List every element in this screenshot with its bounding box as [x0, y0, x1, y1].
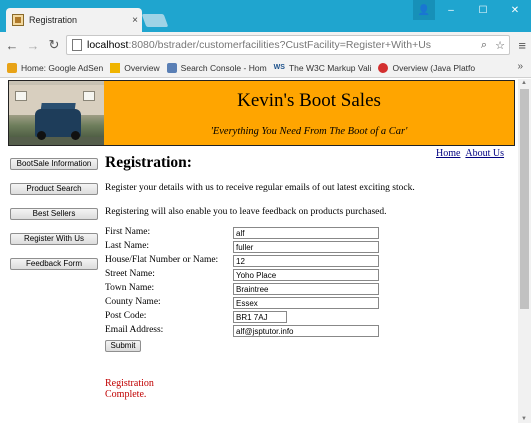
register-with-us-button[interactable]: Register With Us [10, 233, 98, 245]
browser-titlebar: Registration × 👤 – ☐ ✕ [0, 0, 531, 32]
photo-wheel [71, 131, 80, 140]
town-name-label: Town Name: [105, 283, 155, 293]
scrollbar-thumb[interactable] [520, 89, 529, 309]
tab-title: Registration [29, 15, 78, 25]
bookmark-favicon-icon [7, 62, 17, 73]
site-tagline: 'Everything You Need From The Boot of a … [210, 126, 408, 137]
browser-tab[interactable]: Registration × [6, 8, 142, 32]
last-name-label: Last Name: [105, 241, 150, 251]
street-name-label: Street Name: [105, 269, 155, 279]
town-name-field[interactable] [233, 283, 379, 295]
intro-text: Registering will also enable you to leav… [105, 207, 387, 217]
tab-close-icon[interactable]: × [128, 15, 142, 26]
bookmark-star-icon[interactable]: ☆ [493, 39, 507, 52]
page-viewport: Kevin's Boot Sales 'Everything You Need … [0, 79, 518, 423]
bookmark-label: The W3C Markup Vali [288, 62, 372, 73]
side-nav: BootSale Information Product Search Best… [10, 158, 98, 283]
page-favicon-icon [12, 14, 24, 26]
bookmark-item[interactable]: Search Console - Hom [166, 62, 267, 73]
county-name-field[interactable] [233, 297, 379, 309]
bookmarks-bar: Home: Google AdSen Overview Search Conso… [0, 58, 531, 78]
bookmark-item[interactable]: Overview [110, 62, 160, 73]
photo-window [83, 91, 95, 101]
w3c-favicon-icon: WS [273, 64, 285, 71]
house-number-field[interactable] [233, 255, 379, 267]
maximize-button[interactable]: ☐ [467, 0, 499, 20]
house-number-label: House/Flat Number or Name: [105, 255, 219, 265]
street-name-field[interactable] [233, 269, 379, 281]
post-code-field[interactable] [233, 311, 287, 323]
photo-wheel [37, 131, 46, 140]
intro-text: Register your details with us to receive… [105, 183, 415, 193]
vertical-scrollbar[interactable]: ▲ ▼ [518, 79, 531, 423]
best-sellers-button[interactable]: Best Sellers [10, 208, 98, 220]
last-name-field[interactable] [233, 241, 379, 253]
bookmark-favicon-icon [166, 62, 177, 73]
product-search-button[interactable]: Product Search [10, 183, 98, 195]
bookmark-label: Overview [124, 62, 160, 73]
forward-arrow-icon[interactable]: → [24, 36, 42, 54]
url-host: localhost [87, 39, 129, 51]
reload-icon[interactable]: ↻ [45, 36, 63, 54]
bootsale-information-button[interactable]: BootSale Information [10, 158, 98, 170]
address-bar[interactable]: localhost:8080/bstrader/customerfaciliti… [66, 35, 510, 55]
photo-window [15, 91, 27, 101]
site-title: Kevin's Boot Sales [237, 90, 381, 111]
bookmark-item[interactable]: Overview (Java Platfo [378, 62, 476, 73]
url-path: :8080/bstrader/customerfacilities?CustFa… [128, 39, 432, 51]
photo-ground [9, 137, 104, 145]
bookmark-label: Search Console - Hom [180, 62, 267, 73]
email-field[interactable] [233, 325, 379, 337]
email-address-label: Email Address: [105, 325, 164, 335]
post-code-label: Post Code: [105, 311, 147, 321]
submit-button[interactable]: Submit [105, 340, 141, 352]
bookmarks-overflow-icon[interactable]: » [517, 61, 523, 72]
user-profile-icon[interactable]: 👤 [413, 0, 435, 20]
page-title: Registration: [105, 154, 192, 171]
bookmark-label: Home: Google AdSen [21, 62, 104, 73]
feedback-form-button[interactable]: Feedback Form [10, 258, 98, 270]
car-boot-photo [9, 81, 104, 145]
minimize-button[interactable]: – [435, 0, 467, 20]
bookmark-label: Overview (Java Platfo [392, 62, 476, 73]
page-info-icon[interactable] [72, 39, 82, 51]
scroll-down-icon[interactable]: ▼ [521, 416, 527, 422]
first-name-field[interactable] [233, 227, 379, 239]
site-banner: Kevin's Boot Sales 'Everything You Need … [8, 80, 515, 146]
address-row: ← → ↻ localhost:8080/bstrader/customerfa… [0, 32, 531, 58]
back-arrow-icon[interactable]: ← [3, 36, 21, 54]
bookmark-item[interactable]: WS The W3C Markup Vali [274, 63, 372, 73]
close-window-button[interactable]: ✕ [499, 0, 531, 20]
menu-icon[interactable]: ≡ [518, 38, 526, 53]
first-name-label: First Name: [105, 227, 151, 237]
main-content: Registration: Register your details with… [105, 154, 510, 400]
bookmark-favicon-icon [110, 62, 121, 73]
zoom-search-icon[interactable]: ⌕ [477, 39, 491, 52]
status-message: Registration Complete. [105, 378, 154, 400]
county-name-label: County Name: [105, 297, 161, 307]
bookmark-favicon-icon [378, 62, 389, 73]
scroll-up-icon[interactable]: ▲ [521, 80, 527, 86]
bookmark-item[interactable]: Home: Google AdSen [7, 62, 104, 73]
url-text[interactable]: localhost:8080/bstrader/customerfaciliti… [87, 39, 477, 51]
new-tab-button[interactable] [141, 14, 169, 27]
window-controls: 👤 – ☐ ✕ [413, 0, 531, 20]
